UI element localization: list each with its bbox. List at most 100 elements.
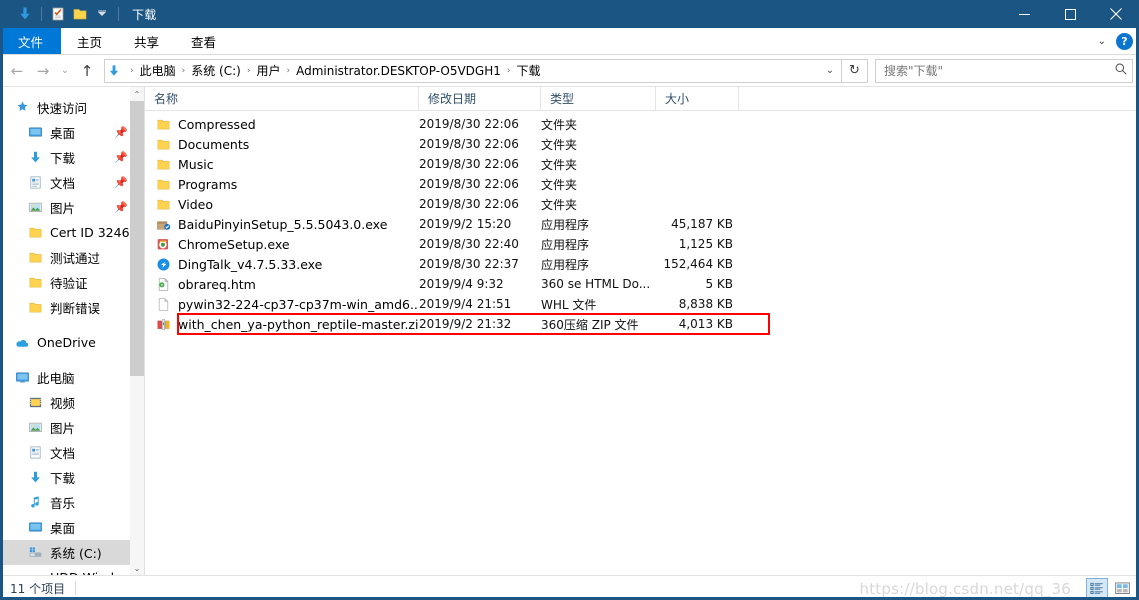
sidebar-item-quick-access[interactable]: 快速访问 [0, 95, 144, 120]
tab-home[interactable]: 主页 [61, 28, 118, 54]
close-icon [1110, 8, 1122, 20]
folder-icon [154, 155, 172, 173]
star-pin-icon [12, 98, 32, 118]
table-row[interactable]: DingTalk_v4.7.5.33.exe 2019/8/30 22:37 应… [145, 254, 1139, 274]
search-input[interactable] [884, 63, 1114, 78]
sidebar-item-desktop-pc[interactable]: 桌面 [0, 515, 144, 540]
table-row[interactable]: e obrareq.htm 2019/9/4 9:32 360 se HTML … [145, 274, 1139, 294]
pin-icon[interactable]: 📌 [114, 126, 128, 139]
sidebar-item-label: 图片 [50, 421, 76, 436]
sidebar-item-desktop[interactable]: 桌面 📌 [0, 120, 144, 145]
table-row[interactable]: with_chen_ya-python_reptile-master.zip 2… [145, 314, 1139, 334]
column-header-row: 名称 ⌃ 修改日期 类型 大小 [145, 87, 1139, 111]
sidebar-item-videos[interactable]: 视频 [0, 390, 144, 415]
folder-glyph [29, 252, 41, 263]
table-row-highlighted[interactable]: pywin32-224-cp37-cp37m-win_amd6... 2019/… [145, 294, 1139, 314]
tab-view[interactable]: 查看 [175, 28, 232, 54]
table-row[interactable]: ChromeSetup.exe 2019/8/30 22:40 应用程序 1,1… [145, 234, 1139, 254]
videos-icon [25, 393, 45, 413]
address-bar[interactable]: › 此电脑 › 系统 (C:) › 用户 › Administrator.DES… [104, 58, 842, 83]
sidebar-item-music[interactable]: 音乐 [0, 490, 144, 515]
table-row[interactable]: Compressed 2019/8/30 22:06 文件夹 [145, 114, 1139, 134]
sidebar-item-onedrive[interactable]: OneDrive [0, 330, 144, 355]
sidebar-item-pictures[interactable]: 图片 📌 [0, 195, 144, 220]
music-icon [25, 493, 45, 513]
cell-type: 文件夹 [541, 157, 578, 172]
folder-glyph [29, 302, 41, 313]
breadcrumb-item-0[interactable]: 此电脑 [137, 62, 179, 79]
details-view-icon [1090, 582, 1103, 594]
expand-ribbon-button[interactable]: ⌄ [1098, 36, 1106, 47]
new-folder-icon[interactable] [69, 3, 91, 25]
breadcrumb-item-1[interactable]: 系统 (C:) [188, 62, 244, 79]
scrollbar-track[interactable] [130, 101, 144, 561]
sidebar-item-hdd-windows[interactable]: HDD Windows [0, 565, 144, 575]
table-row[interactable]: BaiduPinyinSetup_5.5.5043.0.exe 2019/9/2… [145, 214, 1139, 234]
tab-file[interactable]: 文件 [0, 28, 62, 54]
download-icon [25, 148, 45, 168]
forward-button[interactable]: → [30, 58, 56, 84]
folder-glyph [29, 277, 41, 288]
sidebar-item-label: 视频 [50, 396, 76, 411]
table-row[interactable]: Programs 2019/8/30 22:06 文件夹 [145, 174, 1139, 194]
sidebar-item-this-pc[interactable]: 此电脑 [0, 365, 144, 390]
refresh-button[interactable]: ↻ [842, 58, 868, 83]
details-view-button[interactable] [1086, 578, 1108, 598]
minimize-button[interactable] [1001, 0, 1047, 28]
large-icons-view-button[interactable] [1111, 578, 1133, 598]
drive-icon [25, 543, 45, 563]
breadcrumb-item-3[interactable]: Administrator.DESKTOP-O5VDGH1 [293, 64, 504, 78]
cell-size: 4,013 KB [678, 317, 733, 331]
sidebar-item-pictures-pc[interactable]: 图片 [0, 415, 144, 440]
file-name: ChromeSetup.exe [178, 236, 290, 252]
properties-icon[interactable] [47, 3, 69, 25]
scrollbar-thumb[interactable] [130, 101, 144, 376]
cell-name: DingTalk_v4.7.5.33.exe [145, 255, 419, 273]
column-header-date[interactable]: 修改日期 [419, 87, 541, 110]
table-row[interactable]: Documents 2019/8/30 22:06 文件夹 [145, 134, 1139, 154]
maximize-button[interactable] [1047, 0, 1093, 28]
up-button[interactable]: ↑ [74, 58, 100, 84]
scroll-up-button[interactable]: ⌃ [130, 87, 144, 101]
cell-date: 2019/9/4 21:51 [419, 297, 512, 311]
breadcrumb: › 此电脑 › 系统 (C:) › 用户 › Administrator.DES… [123, 62, 819, 79]
folder-icon [25, 298, 45, 318]
table-row[interactable]: Video 2019/8/30 22:06 文件夹 [145, 194, 1139, 214]
breadcrumb-item-4[interactable]: 下载 [513, 62, 543, 79]
html-file-icon: e [154, 275, 172, 293]
cell-type: 360 se HTML Do... [541, 277, 651, 291]
sidebar-item-downloads[interactable]: 下载 📌 [0, 145, 144, 170]
sidebar-item-documents-pc[interactable]: 文档 [0, 440, 144, 465]
pin-icon[interactable]: 📌 [114, 201, 128, 214]
column-header-type[interactable]: 类型 [541, 87, 656, 110]
customize-dropdown-icon[interactable] [91, 3, 113, 25]
scroll-down-button[interactable]: ⌄ [130, 561, 144, 575]
cell-type: 文件夹 [541, 177, 578, 192]
sidebar-item-cert-id-3246[interactable]: Cert ID 3246 [0, 220, 144, 245]
recent-locations-button[interactable]: ⌄ [56, 58, 74, 84]
folder-icon [25, 273, 45, 293]
sidebar-item-judge-error[interactable]: 判断错误 [0, 295, 144, 320]
search-box[interactable] [875, 58, 1133, 83]
pin-icon[interactable]: 📌 [114, 151, 128, 164]
sidebar-item-pending-verify[interactable]: 待验证 [0, 270, 144, 295]
sidebar-item-tested-pass[interactable]: 测试通过 [0, 245, 144, 270]
close-button[interactable] [1093, 0, 1139, 28]
column-header-size[interactable]: 大小 [656, 87, 739, 110]
help-button[interactable]: ? [1116, 33, 1133, 50]
table-row[interactable]: Music 2019/8/30 22:06 文件夹 [145, 154, 1139, 174]
back-button[interactable]: ← [4, 58, 30, 84]
sidebar-item-system-c[interactable]: 系统 (C:) [0, 540, 144, 565]
html-document-glyph: e [158, 277, 168, 291]
pin-icon[interactable]: 📌 [114, 176, 128, 189]
column-header-name[interactable]: 名称 ⌃ [145, 87, 419, 110]
tab-share[interactable]: 共享 [118, 28, 175, 54]
breadcrumb-item-2[interactable]: 用户 [253, 62, 283, 79]
download-icon[interactable] [14, 3, 36, 25]
sidebar-item-downloads-pc[interactable]: 下载 [0, 465, 144, 490]
window-left-border [0, 28, 3, 600]
cell-name: Music [145, 155, 419, 173]
address-dropdown-button[interactable]: ⌄ [819, 60, 841, 82]
navigation-pane-scrollbar[interactable]: ⌃ ⌄ [130, 87, 144, 575]
sidebar-item-documents[interactable]: 文档 📌 [0, 170, 144, 195]
